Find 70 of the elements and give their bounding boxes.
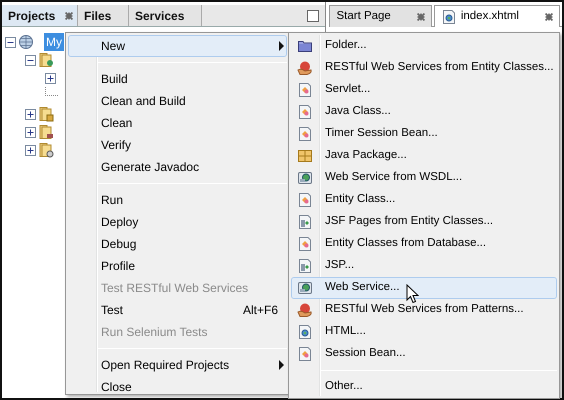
folder-icon — [38, 52, 54, 68]
menu-item[interactable]: New — [68, 35, 287, 57]
package-icon — [297, 148, 313, 164]
page-icon — [297, 214, 313, 230]
menu-item[interactable]: RESTful Web Services from Patterns... — [291, 299, 557, 321]
menu-item[interactable]: Profile — [68, 255, 287, 277]
menu-item[interactable]: HTML... — [291, 321, 557, 343]
menu-item[interactable]: Servlet... — [291, 79, 557, 101]
menu-item[interactable]: Other... — [291, 376, 557, 398]
menu-item[interactable]: Generate Javadoc — [68, 156, 287, 178]
editor-tab[interactable]: index.xhtml — [434, 5, 560, 27]
hand-icon — [297, 302, 313, 318]
panel-tab[interactable]: Files — [78, 5, 129, 26]
close-icon[interactable] — [65, 12, 74, 20]
expand-toggle[interactable] — [25, 144, 36, 156]
menu-item[interactable]: Verify — [68, 134, 287, 156]
minimize-button[interactable] — [307, 10, 320, 22]
bean-icon — [297, 236, 313, 252]
menu-item[interactable]: Web Service... — [291, 277, 557, 299]
folder-icon — [297, 38, 313, 54]
globe-icon — [297, 280, 313, 296]
collapse-toggle[interactable] — [5, 36, 16, 48]
menu-item[interactable]: JSF Pages from Entity Classes... — [291, 211, 557, 233]
hand-icon — [297, 60, 313, 76]
menu-item[interactable]: Session Bean... — [291, 343, 557, 365]
editor-tab[interactable]: Start Page — [329, 5, 432, 27]
panel-tab[interactable]: Projects — [2, 5, 78, 26]
expand-toggle[interactable] — [25, 126, 36, 138]
bean-icon — [297, 104, 313, 120]
menu-item[interactable]: Build — [68, 68, 287, 90]
menu-item[interactable]: Run — [68, 189, 287, 211]
menu-item[interactable]: Java Package... — [291, 145, 557, 167]
submenu-arrow-icon — [279, 41, 284, 51]
folder-icon — [38, 106, 54, 122]
panel-tab[interactable]: Services — [129, 5, 202, 26]
expand-toggle[interactable] — [25, 108, 36, 120]
globe-icon — [297, 170, 313, 186]
menu-item[interactable]: Debug — [68, 233, 287, 255]
pointer-icon — [406, 284, 419, 304]
shortcut-text: Alt+F6 — [242, 302, 278, 319]
menu-item[interactable]: Java Class... — [291, 101, 557, 123]
menu-item[interactable]: Timer Session Bean... — [291, 123, 557, 145]
menu-item[interactable]: Entity Classes from Database... — [291, 233, 557, 255]
close-icon[interactable] — [545, 12, 553, 20]
menu-item[interactable]: Clean — [68, 112, 287, 134]
menu-item[interactable]: Test Alt+F6 — [68, 299, 287, 321]
close-icon[interactable] — [416, 12, 425, 20]
menu-item[interactable]: Close — [68, 376, 287, 398]
html-icon — [297, 324, 313, 340]
folder-icon — [38, 124, 54, 140]
bean-icon — [297, 346, 313, 362]
collapse-toggle[interactable] — [25, 54, 36, 66]
menu-item[interactable]: Clean and Build — [68, 90, 287, 112]
menu-item[interactable]: Folder... — [291, 35, 557, 57]
globe-icon — [18, 34, 34, 50]
folder-icon — [38, 142, 54, 158]
bean-icon — [297, 82, 313, 98]
menu-item[interactable]: Web Service from WSDL... — [291, 167, 557, 189]
bean-icon — [297, 126, 313, 142]
menu-item[interactable]: RESTful Web Services from Entity Classes... — [291, 57, 557, 79]
submenu-arrow-icon — [279, 360, 284, 370]
expand-toggle[interactable] — [45, 72, 56, 84]
tree-line — [45, 87, 58, 96]
html-icon — [440, 8, 457, 24]
menu-item[interactable]: JSP... — [291, 255, 557, 277]
menu-item[interactable]: Open Required Projects — [68, 354, 287, 376]
menu-item[interactable]: Entity Class... — [291, 189, 557, 211]
bean-icon — [297, 192, 313, 208]
page-icon — [297, 258, 313, 274]
menu-item[interactable]: Deploy — [68, 211, 287, 233]
